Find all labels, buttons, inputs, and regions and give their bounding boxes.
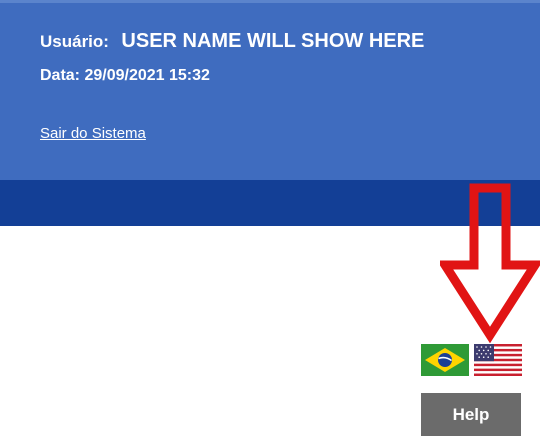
user-info-panel: Usuário: USER NAME WILL SHOW HERE Data: … [0,0,540,180]
down-arrow-icon [440,183,540,343]
session-date: Data: 29/09/2021 15:32 [40,67,210,84]
help-button[interactable]: Help [421,393,521,436]
usa-flag-icon[interactable] [474,344,522,376]
user-label: Usuário: [40,32,109,51]
brazil-flag-icon[interactable] [421,344,469,376]
user-name: USER NAME WILL SHOW HERE [121,30,425,52]
page: Usuário: USER NAME WILL SHOW HERE Data: … [0,0,540,441]
language-selector [421,344,522,376]
user-row: Usuário: USER NAME WILL SHOW HERE [40,30,424,53]
logout-link[interactable]: Sair do Sistema [40,125,146,142]
